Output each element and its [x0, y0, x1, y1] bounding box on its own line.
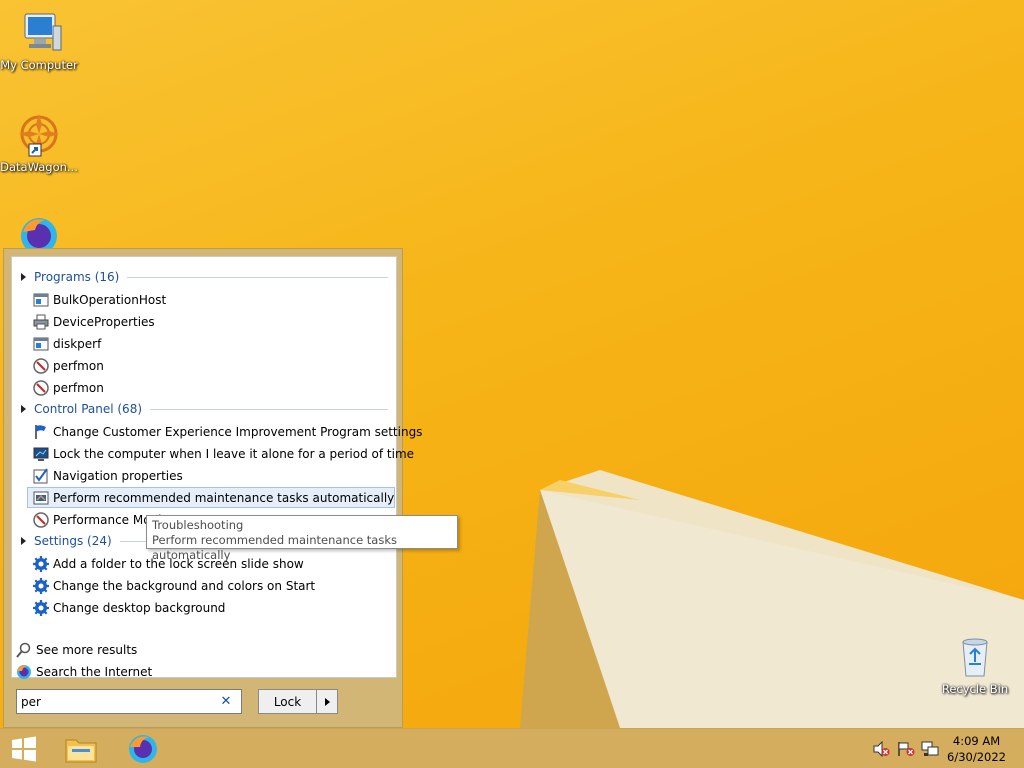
result-item-navigation-properties[interactable]: Navigation properties [28, 465, 396, 486]
expand-triangle-icon [21, 273, 26, 281]
search-results-list: Programs (16) BulkOperationHost DevicePr… [11, 256, 422, 679]
speaker-muted-icon[interactable] [872, 741, 890, 757]
result-item-maintenance-tasks[interactable]: Perform recommended maintenance tasks au… [27, 487, 395, 508]
network-icon[interactable] [921, 741, 939, 757]
result-item-lock-computer[interactable]: Lock the computer when I leave it alone … [28, 443, 414, 464]
lock-split-button: Lock [258, 689, 338, 714]
system-clock[interactable]: 4:09 AM 6/30/2022 [947, 733, 1006, 765]
power-options-arrow[interactable] [317, 690, 337, 713]
result-item-start-background[interactable]: Change the background and colors on Star… [28, 575, 396, 596]
perfmon-gauge-icon [33, 357, 49, 374]
gear-icon [33, 599, 49, 616]
gear-icon [33, 555, 49, 572]
start-button[interactable] [6, 731, 42, 767]
recycle-bin-icon [962, 638, 988, 677]
result-item-perfmon[interactable]: perfmon [28, 377, 396, 398]
lock-button[interactable]: Lock [259, 690, 317, 713]
result-label: BulkOperationHost [53, 292, 167, 307]
tooltip-description: Perform recommended maintenance tasks au… [152, 533, 397, 562]
expand-triangle-icon [21, 537, 26, 545]
result-label: perfmon [53, 358, 104, 373]
folder-icon [65, 739, 97, 763]
result-label: Navigation properties [53, 468, 183, 483]
desktop-icon-label: My Computer [0, 58, 78, 72]
tooltip-title: Troubleshooting [152, 518, 244, 532]
see-more-results-link[interactable]: See more results [16, 640, 137, 660]
maintenance-icon [33, 491, 49, 504]
search-internet-link[interactable]: Search the Internet [16, 662, 152, 682]
group-header-label: Control Panel (68) [34, 402, 143, 416]
result-item-diskperf[interactable]: diskperf [28, 333, 396, 354]
computer-icon [24, 13, 62, 51]
chevron-right-icon [324, 697, 330, 706]
result-item-ceip-settings[interactable]: Change Customer Experience Improvement P… [28, 421, 422, 442]
result-label: Change desktop background [53, 600, 226, 615]
result-item-perfmon[interactable]: perfmon [28, 355, 396, 376]
group-header-control-panel[interactable]: Control Panel (68) [12, 399, 388, 419]
magnifier-icon [16, 642, 31, 658]
clock-date: 6/30/2022 [947, 750, 1006, 764]
perfmon-gauge-icon [33, 379, 49, 396]
firefox-icon [129, 735, 157, 763]
result-item-deviceproperties[interactable]: DeviceProperties [28, 311, 396, 332]
flag-icon [35, 424, 46, 439]
desktop-icon-datawagon[interactable]: DataWagon... [0, 110, 78, 174]
desktop-icon-my-computer[interactable]: My Computer [0, 8, 78, 72]
see-more-label: See more results [36, 643, 138, 657]
app-window-icon [33, 293, 49, 306]
desktop-icon-label: Recycle Bin [941, 682, 1009, 696]
search-box[interactable]: ✕ [16, 689, 242, 714]
search-input[interactable] [21, 694, 217, 709]
checkbox-icon [33, 467, 48, 483]
taskbar: 4:09 AM 6/30/2022 [0, 728, 1024, 768]
result-label: Change the background and colors on Star… [53, 578, 316, 593]
firefox-icon [17, 665, 31, 679]
result-item-desktop-background[interactable]: Change desktop background [28, 597, 396, 618]
group-header-label: Settings (24) [34, 534, 112, 548]
result-label: Lock the computer when I leave it alone … [53, 446, 415, 461]
start-search-panel: Programs (16) BulkOperationHost DevicePr… [3, 248, 422, 728]
app-window-icon [33, 337, 49, 350]
taskbar-file-explorer[interactable] [60, 731, 102, 767]
group-divider [150, 408, 388, 410]
printer-icon [33, 314, 49, 329]
clear-search-icon[interactable]: ✕ [217, 694, 235, 709]
result-label: Change Customer Experience Improvement P… [53, 424, 423, 439]
expand-triangle-icon [21, 405, 26, 413]
search-internet-label: Search the Internet [36, 665, 153, 679]
group-divider [127, 276, 388, 278]
taskbar-firefox[interactable] [122, 731, 164, 767]
desktop-icon-label: DataWagon... [0, 160, 78, 174]
group-header-programs[interactable]: Programs (16) [12, 267, 388, 287]
tooltip: Troubleshooting Perform recommended main… [146, 515, 458, 562]
action-center-flag-icon[interactable] [897, 741, 915, 757]
firefox-icon [21, 218, 57, 252]
result-label: DeviceProperties [53, 314, 155, 329]
result-label: perfmon [53, 380, 104, 395]
perfmon-gauge-icon [33, 511, 49, 528]
clock-time: 4:09 AM [952, 734, 1001, 748]
group-header-label: Programs (16) [34, 270, 120, 284]
desktop-icon-recycle-bin[interactable]: Recycle Bin [936, 632, 1014, 696]
windows-logo-icon [12, 736, 36, 762]
monitor-icon [33, 447, 49, 461]
result-item-bulkoperationhost[interactable]: BulkOperationHost [28, 289, 396, 310]
result-label: Perform recommended maintenance tasks au… [53, 490, 395, 505]
result-label: diskperf [53, 336, 102, 351]
gear-icon [33, 577, 49, 594]
datawagon-icon [19, 114, 59, 157]
